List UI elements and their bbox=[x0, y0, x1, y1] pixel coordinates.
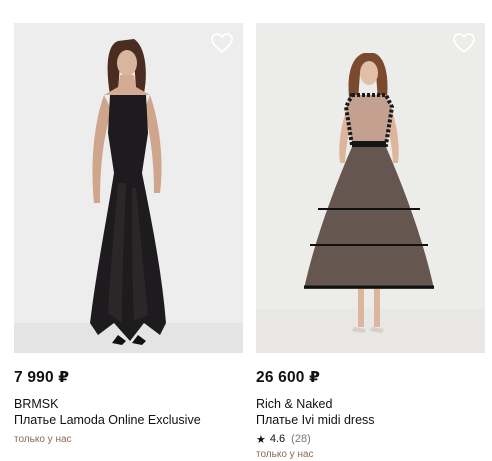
product-brand[interactable]: Rich & Naked bbox=[256, 397, 485, 412]
product-photo[interactable] bbox=[256, 23, 485, 353]
rating-value: 4.6 bbox=[269, 433, 286, 445]
product-rating: ★ 4.6 (28) bbox=[256, 432, 485, 446]
product-title[interactable]: Платье Ivi midi dress bbox=[256, 413, 485, 429]
product-photo[interactable] bbox=[14, 23, 243, 353]
star-icon: ★ bbox=[256, 433, 266, 446]
product-price: 26 600 ₽ bbox=[256, 369, 321, 386]
exclusive-badge: только у нас bbox=[14, 434, 72, 445]
dress-image-tulle-midi bbox=[256, 53, 485, 353]
heart-outline-icon[interactable] bbox=[210, 32, 234, 54]
product-title[interactable]: Платье Lamoda Online Exclusive bbox=[14, 413, 243, 429]
product-brand[interactable]: BRMSK bbox=[14, 397, 243, 412]
product-card[interactable]: 26 600 ₽ Rich & Naked Платье Ivi midi dr… bbox=[256, 0, 485, 461]
dress-image-black-lace bbox=[14, 39, 243, 353]
product-grid: 7 990 ₽ BRMSK Платье Lamoda Online Exclu… bbox=[0, 0, 492, 461]
exclusive-badge: только у нас bbox=[256, 449, 314, 460]
product-price: 7 990 ₽ bbox=[14, 369, 70, 386]
product-card[interactable]: 7 990 ₽ BRMSK Платье Lamoda Online Exclu… bbox=[14, 0, 243, 446]
review-count: (28) bbox=[291, 433, 311, 445]
heart-outline-icon[interactable] bbox=[452, 32, 476, 54]
